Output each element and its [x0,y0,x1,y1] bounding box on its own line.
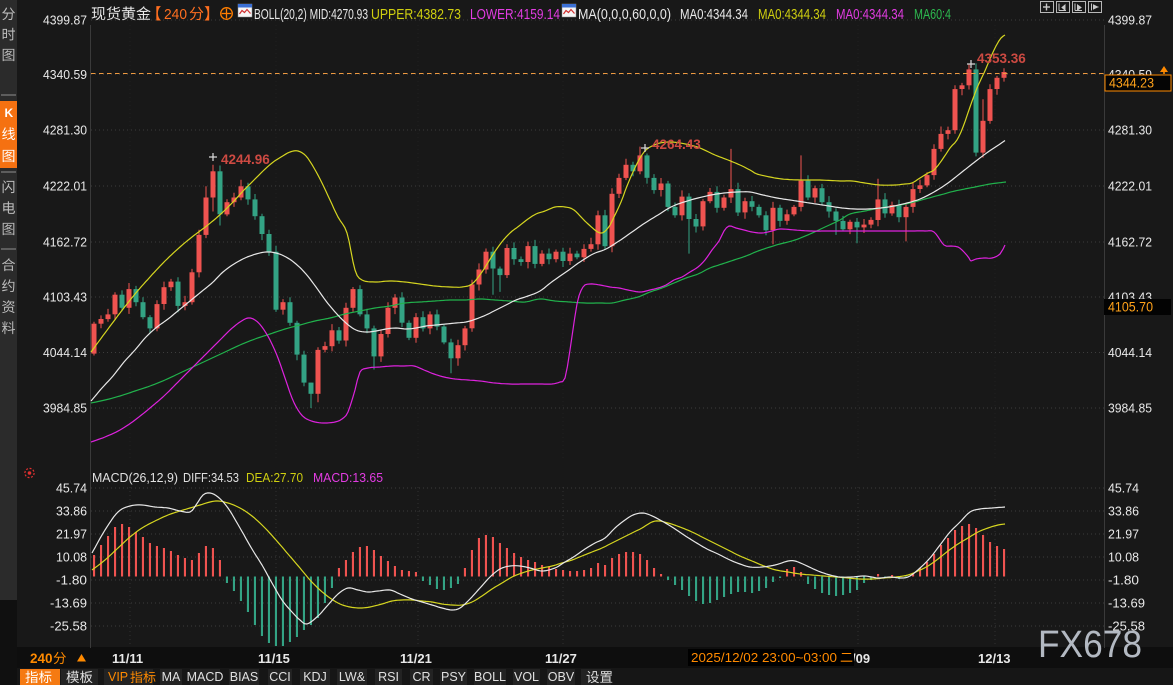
svg-text:MACD(26,12,9): MACD(26,12,9) [92,470,178,485]
svg-text:45.74: 45.74 [56,481,87,496]
svg-text:MA0:4344.34: MA0:4344.34 [836,7,904,23]
svg-text:4222.01: 4222.01 [1108,179,1152,194]
svg-text:4103.43: 4103.43 [43,290,87,305]
svg-text:21.97: 21.97 [56,527,87,542]
svg-text:BIAS: BIAS [230,670,259,684]
svg-text:KDJ: KDJ [303,670,327,684]
svg-text:4340.59: 4340.59 [43,67,87,82]
svg-text:MACD:13.65: MACD:13.65 [313,470,383,485]
svg-text:MA(0,0,0,60,0,0): MA(0,0,0,60,0,0) [578,7,671,23]
svg-text:4105.70: 4105.70 [1108,300,1153,315]
svg-text:4399.87: 4399.87 [43,13,87,28]
svg-text:11/21: 11/21 [400,651,432,666]
svg-text:10.08: 10.08 [1108,550,1139,565]
svg-text:2025/12/02 23:00~03:00: 2025/12/02 23:00~03:00 [691,650,837,665]
svg-text:MA: MA [162,670,181,684]
svg-text:11/11: 11/11 [112,651,143,666]
svg-text:4044.14: 4044.14 [43,345,87,360]
svg-text:11/15: 11/15 [258,651,290,666]
svg-text:BOLL: BOLL [474,670,506,684]
svg-text:MACD: MACD [187,670,224,684]
svg-text:4162.72: 4162.72 [1108,235,1152,250]
svg-text:-1.80: -1.80 [56,573,87,588]
svg-text:MA0:4344.34: MA0:4344.34 [680,7,748,23]
svg-text:4281.30: 4281.30 [1108,123,1152,138]
svg-text:LW&: LW& [339,670,366,684]
svg-text:LOWER:4159.14: LOWER:4159.14 [470,7,560,23]
svg-text:-25.58: -25.58 [50,619,87,634]
svg-text:4044.14: 4044.14 [1108,345,1152,360]
svg-text:-1.80: -1.80 [1108,573,1139,588]
svg-text:240: 240 [30,651,53,666]
svg-text:-13.69: -13.69 [1108,596,1145,611]
svg-text:4162.72: 4162.72 [43,235,87,250]
svg-text:33.86: 33.86 [56,504,87,519]
svg-text:4244.96: 4244.96 [221,152,270,167]
svg-text:3984.85: 3984.85 [43,401,87,416]
svg-text:MA60:4: MA60:4 [914,7,951,23]
svg-text:4281.30: 4281.30 [43,123,87,138]
svg-text:4222.01: 4222.01 [43,179,87,194]
svg-text:OBV: OBV [548,670,575,684]
svg-text:4353.36: 4353.36 [977,51,1026,66]
svg-text:21.97: 21.97 [1108,527,1139,542]
svg-text:10.08: 10.08 [56,550,87,565]
svg-text:CCI: CCI [269,670,291,684]
svg-text:4264.43: 4264.43 [652,137,701,152]
svg-text:45.74: 45.74 [1108,481,1139,496]
svg-text:/09: /09 [852,651,870,666]
svg-text:-25.58: -25.58 [1108,619,1145,634]
svg-text:RSI: RSI [378,670,399,684]
svg-text:4399.87: 4399.87 [1108,13,1152,28]
svg-text:3984.85: 3984.85 [1108,401,1152,416]
svg-text:VIP: VIP [108,670,128,684]
svg-text:DIFF:34.53: DIFF:34.53 [183,470,239,485]
svg-text:240: 240 [164,7,187,23]
svg-text:UPPER:4382.73: UPPER:4382.73 [371,7,461,23]
svg-text:DEA:27.70: DEA:27.70 [246,470,303,485]
svg-text:12/13: 12/13 [978,651,1011,666]
svg-text:4344.23: 4344.23 [1109,76,1154,91]
svg-text:CR: CR [412,670,430,684]
svg-text:-13.69: -13.69 [50,596,87,611]
svg-text:K: K [5,106,14,120]
svg-text:BOLL(20,2) MID:4270.93: BOLL(20,2) MID:4270.93 [254,7,368,23]
svg-text:PSY: PSY [441,670,467,684]
svg-text:VOL: VOL [514,670,539,684]
svg-text:11/27: 11/27 [545,651,577,666]
svg-text:MA0:4344.34: MA0:4344.34 [758,7,826,23]
svg-text:33.86: 33.86 [1108,504,1139,519]
